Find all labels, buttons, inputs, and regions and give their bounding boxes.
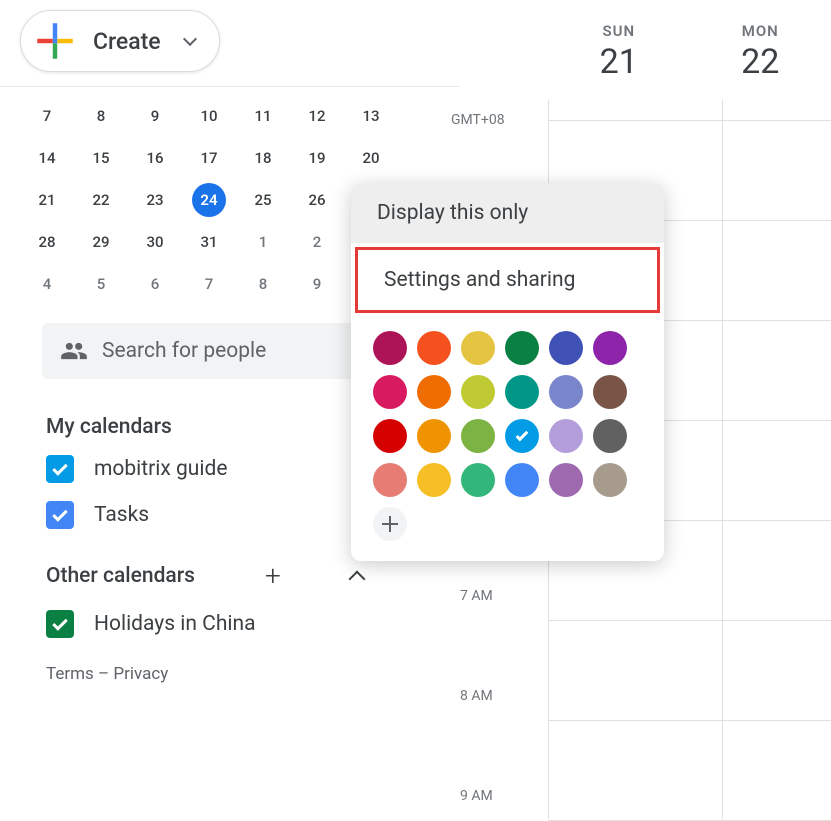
mini-cal-day[interactable]: 11: [236, 95, 290, 137]
mini-cal-day[interactable]: 24: [182, 179, 236, 221]
color-swatch[interactable]: [373, 375, 407, 409]
color-swatch[interactable]: [505, 419, 539, 453]
color-swatch[interactable]: [549, 375, 583, 409]
timezone-label: GMT+08: [451, 112, 505, 128]
mini-cal-day[interactable]: 13: [344, 95, 398, 137]
mini-cal-day[interactable]: 16: [128, 137, 182, 179]
create-button[interactable]: Create: [20, 10, 220, 72]
color-swatch[interactable]: [417, 463, 451, 497]
search-placeholder: Search for people: [102, 339, 266, 363]
color-swatch[interactable]: [505, 463, 539, 497]
mini-cal-day[interactable]: 8: [236, 263, 290, 305]
chevron-down-icon: [183, 32, 197, 46]
mini-cal-day[interactable]: 15: [74, 137, 128, 179]
other-calendars-title[interactable]: Other calendars: [46, 564, 195, 588]
add-color-button[interactable]: [373, 507, 407, 541]
mini-cal-day[interactable]: 21: [20, 179, 74, 221]
color-swatch[interactable]: [461, 463, 495, 497]
hour-label: 7 AM: [460, 588, 493, 604]
calendar-checkbox[interactable]: [46, 455, 74, 483]
color-swatch[interactable]: [593, 463, 627, 497]
calendar-label: mobitrix guide: [94, 457, 227, 481]
divider: [0, 86, 460, 87]
people-icon: [60, 337, 88, 365]
color-swatch[interactable]: [417, 419, 451, 453]
mini-cal-day[interactable]: 5: [74, 263, 128, 305]
settings-and-sharing-item[interactable]: Settings and sharing: [358, 250, 657, 310]
color-swatch[interactable]: [373, 463, 407, 497]
mini-cal-day[interactable]: 28: [20, 221, 74, 263]
mini-cal-day[interactable]: 9: [128, 95, 182, 137]
color-swatch[interactable]: [593, 331, 627, 365]
day-column-header[interactable]: SUN21: [548, 0, 690, 100]
mini-cal-day[interactable]: 23: [128, 179, 182, 221]
add-calendar-icon[interactable]: +: [265, 559, 281, 592]
display-this-only-item[interactable]: Display this only: [351, 183, 664, 243]
mini-cal-day[interactable]: 17: [182, 137, 236, 179]
color-swatch[interactable]: [505, 331, 539, 365]
grid-hline: [548, 120, 831, 121]
calendar-checkbox[interactable]: [46, 501, 74, 529]
grid-hline: [548, 720, 831, 721]
mini-cal-day[interactable]: 22: [74, 179, 128, 221]
mini-cal-day[interactable]: 9: [290, 263, 344, 305]
color-swatch[interactable]: [549, 419, 583, 453]
color-swatch[interactable]: [505, 375, 539, 409]
mini-cal-day[interactable]: 12: [290, 95, 344, 137]
mini-cal-day[interactable]: 8: [74, 95, 128, 137]
mini-cal-day[interactable]: 31: [182, 221, 236, 263]
search-people-input[interactable]: Search for people: [42, 323, 388, 379]
color-swatch[interactable]: [417, 375, 451, 409]
mini-cal-day[interactable]: 6: [128, 263, 182, 305]
calendar-checkbox[interactable]: [46, 610, 74, 638]
grid-vline: [722, 100, 723, 819]
color-swatch[interactable]: [373, 331, 407, 365]
mini-cal-day[interactable]: 7: [20, 95, 74, 137]
color-picker: [351, 317, 664, 561]
mini-cal-day[interactable]: 4: [20, 263, 74, 305]
color-swatch[interactable]: [549, 463, 583, 497]
mini-cal-day[interactable]: 25: [236, 179, 290, 221]
color-swatch[interactable]: [461, 375, 495, 409]
footer: Terms – Privacy: [46, 664, 440, 684]
calendar-label: Tasks: [94, 503, 149, 527]
mini-cal-day[interactable]: 2: [290, 221, 344, 263]
color-swatch[interactable]: [549, 331, 583, 365]
day-column-header[interactable]: MON22: [690, 0, 831, 100]
grid-hline: [548, 620, 831, 621]
color-swatch[interactable]: [461, 419, 495, 453]
mini-cal-day[interactable]: 19: [290, 137, 344, 179]
mini-cal-day[interactable]: 30: [128, 221, 182, 263]
hour-label: 9 AM: [460, 788, 493, 804]
color-swatch[interactable]: [593, 375, 627, 409]
mini-cal-day[interactable]: 26: [290, 179, 344, 221]
mini-cal-day[interactable]: 14: [20, 137, 74, 179]
color-swatch[interactable]: [461, 331, 495, 365]
mini-cal-day[interactable]: 10: [182, 95, 236, 137]
privacy-link[interactable]: Privacy: [113, 664, 168, 684]
color-swatch[interactable]: [417, 331, 451, 365]
mini-cal-day[interactable]: 18: [236, 137, 290, 179]
google-plus-icon: [35, 21, 75, 61]
hour-label: 8 AM: [460, 688, 493, 704]
color-swatch[interactable]: [593, 419, 627, 453]
calendar-label: Holidays in China: [94, 612, 256, 636]
create-label: Create: [93, 28, 161, 55]
mini-cal-day[interactable]: 7: [182, 263, 236, 305]
mini-cal-day[interactable]: 29: [74, 221, 128, 263]
color-swatch[interactable]: [373, 419, 407, 453]
terms-link[interactable]: Terms: [46, 664, 94, 684]
mini-cal-day[interactable]: 1: [236, 221, 290, 263]
mini-calendar: 7891011121314151617181920212223242526282…: [20, 95, 400, 305]
mini-cal-day[interactable]: 20: [344, 137, 398, 179]
chevron-up-icon[interactable]: [348, 570, 365, 587]
calendar-item[interactable]: Holidays in China: [46, 610, 440, 638]
calendar-context-menu: Display this only Settings and sharing: [351, 183, 664, 561]
